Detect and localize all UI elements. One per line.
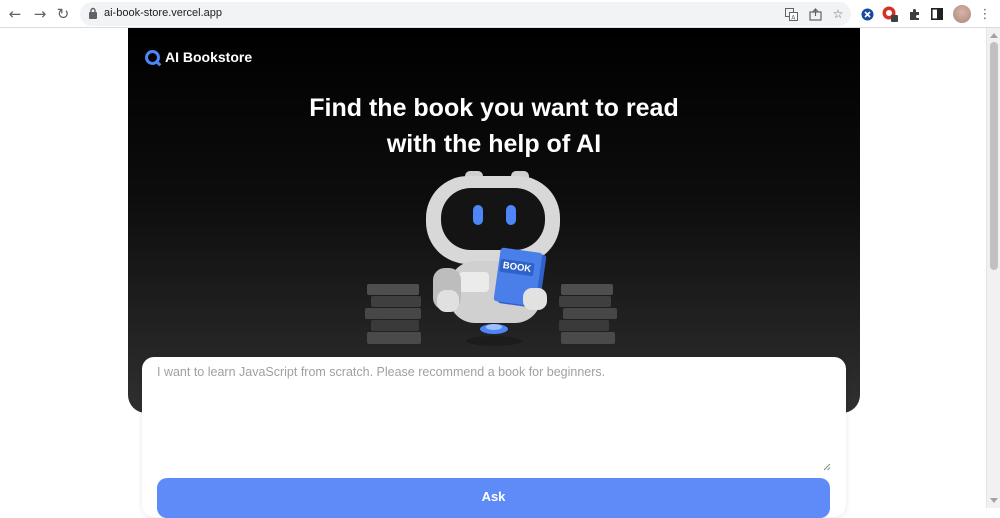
query-card: Ask — [142, 357, 846, 518]
puzzle-icon[interactable] — [904, 4, 924, 24]
share-icon[interactable] — [807, 6, 823, 22]
ask-button[interactable]: Ask — [157, 478, 830, 518]
book-query-input[interactable] — [157, 365, 831, 473]
extension-icon[interactable] — [857, 4, 877, 24]
lock-icon[interactable] — [88, 7, 98, 20]
browser-toolbar: ← → ↻ ai-book-store.vercel.app A ☆ ⋮ — [0, 0, 1000, 28]
address-bar[interactable]: ai-book-store.vercel.app A ☆ — [80, 2, 851, 26]
headline-line-2: with the help of AI — [386, 130, 602, 158]
page-scrollbar[interactable] — [986, 28, 1000, 508]
scroll-up-icon[interactable] — [990, 33, 998, 38]
robot-reading-illustration: BOOK — [365, 171, 617, 346]
scrollbar-thumb[interactable] — [990, 42, 998, 270]
logo-text: AI Bookstore — [165, 49, 253, 65]
side-panel-icon[interactable] — [927, 4, 947, 24]
book-stack-right — [559, 284, 617, 344]
book-stack-left — [365, 284, 421, 344]
resize-grip-icon[interactable] — [822, 462, 831, 471]
logo-icon — [145, 49, 160, 65]
translate-icon[interactable]: A — [783, 6, 799, 22]
site-logo[interactable]: AI Bookstore — [145, 49, 252, 65]
url-text[interactable]: ai-book-store.vercel.app — [104, 7, 222, 19]
headline-line-1: Find the book you want to read — [309, 94, 679, 122]
forward-icon[interactable]: → — [30, 4, 50, 24]
bookmark-star-icon[interactable]: ☆ — [830, 6, 846, 22]
profile-avatar[interactable] — [952, 4, 972, 24]
reload-icon[interactable]: ↻ — [53, 4, 73, 24]
scroll-down-icon[interactable] — [990, 498, 998, 503]
back-icon[interactable]: ← — [5, 4, 25, 24]
page-headline: Find the book you want to read with the … — [128, 90, 860, 162]
extension-badge-icon[interactable] — [880, 4, 900, 24]
menu-icon[interactable]: ⋮ — [975, 4, 995, 24]
hero-section: AI Bookstore Find the book you want to r… — [128, 28, 860, 413]
